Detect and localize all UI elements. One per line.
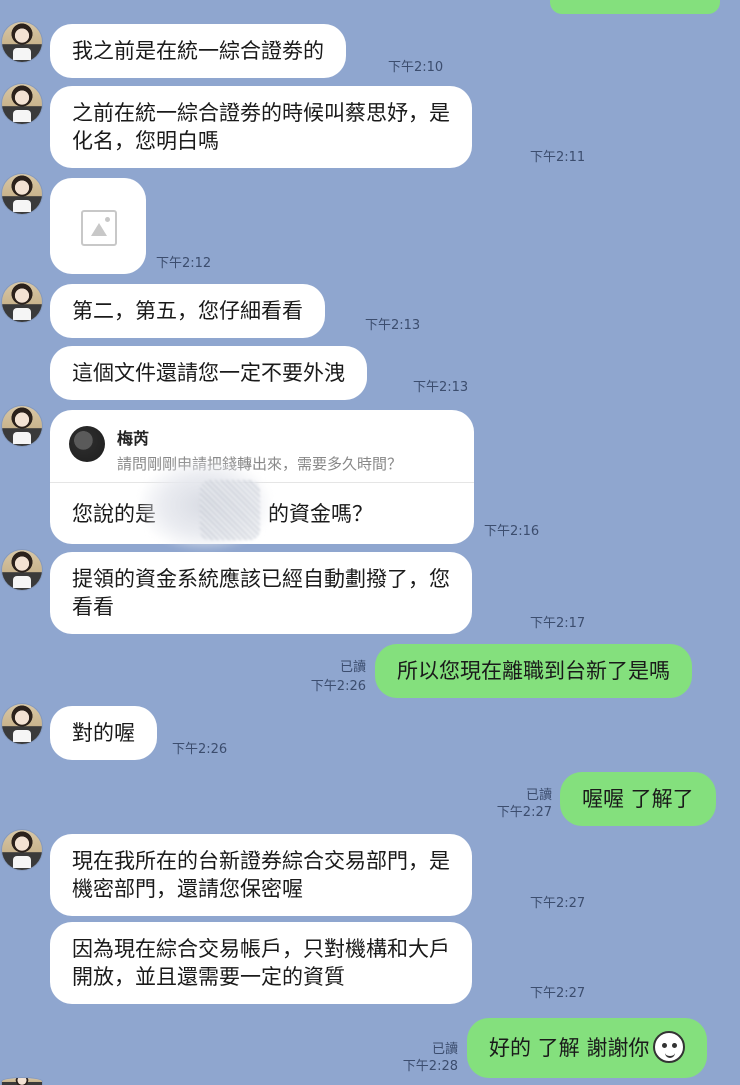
message-bubble[interactable]: 這個文件還請您一定不要外洩 [50,346,367,400]
outgoing-bubble-partial[interactable] [550,0,720,14]
outgoing-message-bubble[interactable]: 好的 了解 謝謝你 [467,1018,708,1078]
image-message-bubble[interactable] [50,178,146,274]
chat-window: 我之前是在統一綜合證劵的 下午2:10 之前在統一綜合證劵的時候叫蔡思妤，是 化… [0,0,740,1085]
contact-avatar[interactable] [2,22,42,62]
message-bubble[interactable]: 對的喔 [50,706,157,760]
contact-avatar[interactable] [2,550,42,590]
outgoing-message-bubble[interactable]: 所以您現在離職到台新了是嗎 [375,644,692,698]
contact-avatar[interactable] [2,84,42,124]
outgoing-message-bubble[interactable]: 喔喔 了解了 [560,772,716,826]
message-bubble[interactable]: 第二，第五，您仔細看看 [50,284,325,338]
outgoing-message-text: 好的 了解 謝謝你 [489,1036,650,1060]
quoted-user-avatar [69,426,105,462]
message-time: 下午2:13 [413,380,469,395]
message-bubble[interactable]: 因為現在綜合交易帳戶，只對機構和大戶 開放，並且還需要一定的資質 [50,922,472,1004]
message-bubble[interactable]: 之前在統一綜合證劵的時候叫蔡思妤，是 化名，您明白嗎 [50,86,472,168]
message-time: 下午2:10 [388,60,444,75]
message-time: 下午2:13 [365,318,421,333]
message-time: 下午2:17 [530,616,586,631]
message-time: 下午2:27 [496,805,552,820]
reply-message-bubble[interactable]: 梅芮 請問剛剛申請把錢轉出來，需要多久時間？ 您說的是的資金嗎？ [50,410,474,550]
smiling-face-icon [653,1031,686,1063]
quoted-user-name: 梅芮 [117,429,150,448]
redaction-mosaic [200,480,260,540]
contact-avatar[interactable] [2,830,42,870]
contact-avatar[interactable] [2,704,42,744]
message-time: 下午2:28 [402,1059,458,1074]
message-bubble[interactable]: 提領的資金系統應該已經自動劃撥了，您 看看 [50,552,472,634]
contact-avatar[interactable] [2,282,42,322]
message-time: 下午2:11 [530,150,586,165]
message-time: 下午2:26 [310,679,366,694]
read-receipt: 已讀 [339,660,366,675]
message-time: 下午2:12 [156,256,212,271]
message-time: 下午2:27 [530,896,586,911]
message-bubble[interactable]: 我之前是在統一綜合證劵的 [50,24,346,78]
contact-avatar[interactable] [2,174,42,214]
message-time: 下午2:27 [530,986,586,1001]
contact-avatar-partial[interactable] [2,1078,42,1085]
contact-avatar[interactable] [2,406,42,446]
message-time: 下午2:26 [172,742,228,757]
image-placeholder-icon [81,210,117,246]
message-bubble[interactable]: 現在我所在的台新證券綜合交易部門，是 機密部門，還請您保密喔 [50,834,472,916]
message-time: 下午2:16 [484,524,540,539]
